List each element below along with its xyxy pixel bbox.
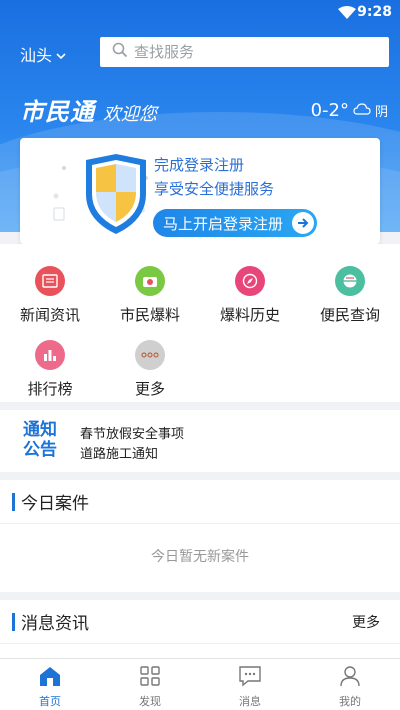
login-card: 完成登录注册 享受安全便捷服务 马上开启登录注册 <box>20 138 380 244</box>
search-box[interactable] <box>100 37 389 67</box>
grid-item-label: 排行榜 <box>27 380 73 398</box>
grid-item-report[interactable]: 市民爆料 <box>100 266 200 325</box>
temperature: 0-2° <box>310 100 349 121</box>
grid-item-news[interactable]: 新闻资讯 <box>0 266 100 325</box>
grid-item-report-history[interactable]: 爆料历史 <box>200 266 300 325</box>
tab-label: 发现 <box>139 695 161 708</box>
tab-home[interactable]: 首页 <box>0 659 100 710</box>
grid-item-label: 爆料历史 <box>219 306 280 324</box>
section-accent-bar <box>12 612 15 631</box>
globe-icon <box>335 266 365 296</box>
notice-tag-line: 通知 <box>23 420 57 440</box>
news-section: 消息资讯 更多 <box>0 600 400 658</box>
search-input[interactable] <box>134 43 374 61</box>
notice-tag-line: 公告 <box>23 440 57 460</box>
quick-service-grid: 新闻资讯 市民爆料 爆料历史 便民查询 排行榜 更多 <box>0 244 400 402</box>
more-dots-icon <box>135 340 165 370</box>
arrow-right-icon <box>292 212 314 234</box>
ranking-icon <box>35 340 65 370</box>
login-promo-title: 完成登录注册 <box>154 156 245 174</box>
welcome-text: 欢迎您 <box>103 104 157 125</box>
bottom-tab-bar: 首页 发现 消息 我的 <box>0 658 400 710</box>
section-header: 消息资讯 更多 <box>0 600 400 644</box>
tab-label: 消息 <box>239 695 261 708</box>
search-icon <box>112 42 128 62</box>
home-icon <box>38 665 62 691</box>
start-login-label: 马上开启登录注册 <box>163 214 284 233</box>
tab-discover[interactable]: 发现 <box>100 659 200 710</box>
grid-item-label: 市民爆料 <box>119 306 180 324</box>
notice-tag: 通知 公告 <box>22 420 58 460</box>
compass-icon <box>235 266 265 296</box>
chat-icon <box>238 665 262 691</box>
grid-item-label: 便民查询 <box>319 306 380 324</box>
grid-item-more[interactable]: 更多 <box>100 340 200 399</box>
newspaper-icon <box>35 266 65 296</box>
chevron-down-icon <box>56 45 66 64</box>
grid-item-label: 更多 <box>134 380 165 398</box>
notice-item[interactable]: 春节放假安全事项 <box>80 423 184 442</box>
today-cases-section: 今日案件 今日暂无新案件 <box>0 480 400 592</box>
section-title: 今日案件 <box>21 494 89 514</box>
weather-widget[interactable]: 0-2° 阴 <box>311 100 388 121</box>
grid-item-query[interactable]: 便民查询 <box>300 266 400 325</box>
tab-profile[interactable]: 我的 <box>300 659 400 710</box>
section-header: 今日案件 <box>0 480 400 524</box>
status-bar: 9:28 <box>0 0 400 26</box>
grid-item-ranking[interactable]: 排行榜 <box>0 340 100 399</box>
cloud-icon <box>353 101 371 120</box>
app-title: 市民通 <box>20 98 95 126</box>
wifi-icon <box>338 5 356 24</box>
city-label: 汕头 <box>20 46 53 65</box>
weather-text: 阴 <box>374 105 388 120</box>
tab-messages[interactable]: 消息 <box>200 659 300 710</box>
notice-board[interactable]: 通知 公告 春节放假安全事项 道路施工通知 <box>0 410 400 472</box>
notice-item[interactable]: 道路施工通知 <box>80 443 158 462</box>
camera-icon <box>135 266 165 296</box>
user-icon <box>339 665 361 691</box>
grid-icon <box>139 665 161 691</box>
status-time: 9:28 <box>357 4 392 20</box>
section-title: 消息资讯 <box>21 614 89 634</box>
tab-label: 首页 <box>39 695 61 708</box>
city-selector[interactable]: 汕头 <box>20 42 66 66</box>
brand-welcome: 市民通 欢迎您 <box>20 92 157 127</box>
section-accent-bar <box>12 492 15 511</box>
login-promo-subtitle: 享受安全便捷服务 <box>154 180 275 198</box>
grid-item-label: 新闻资讯 <box>19 306 80 324</box>
shield-icon <box>50 148 160 238</box>
start-login-button[interactable]: 马上开启登录注册 <box>153 209 317 237</box>
empty-state-text: 今日暂无新案件 <box>151 549 249 565</box>
more-link[interactable]: 更多 <box>352 612 380 632</box>
tab-label: 我的 <box>339 695 361 708</box>
